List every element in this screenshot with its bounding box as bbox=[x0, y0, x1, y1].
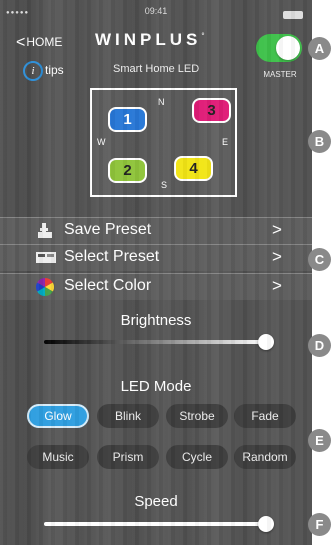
info-icon[interactable]: i bbox=[23, 61, 43, 81]
zone-3-button[interactable]: 3 bbox=[192, 98, 231, 123]
chevron-right-icon: > bbox=[272, 276, 282, 295]
zone-compass: N W E S 1 2 3 4 bbox=[90, 88, 237, 197]
callout-b: B bbox=[308, 130, 331, 153]
callout-a: A bbox=[308, 37, 331, 60]
callout-d: D bbox=[308, 334, 331, 357]
save-preset-label: Save Preset bbox=[64, 221, 152, 238]
color-wheel-icon bbox=[35, 278, 55, 296]
back-label: HOME bbox=[26, 35, 63, 49]
east-label: E bbox=[222, 137, 229, 147]
brand-mark: ° bbox=[201, 31, 205, 41]
battery-icon bbox=[283, 11, 303, 19]
callout-f: F bbox=[308, 513, 331, 536]
callout-e: E bbox=[308, 429, 331, 452]
chevron-left-icon: < bbox=[16, 34, 26, 51]
zone-2-button[interactable]: 2 bbox=[108, 158, 147, 183]
west-label: W bbox=[97, 137, 106, 147]
speed-title: Speed bbox=[134, 493, 178, 510]
callout-c: C bbox=[308, 248, 331, 271]
select-preset-icon bbox=[36, 249, 56, 266]
zone-4-button[interactable]: 4 bbox=[174, 156, 213, 181]
zone-1-button[interactable]: 1 bbox=[108, 107, 147, 132]
tips-link[interactable]: tips bbox=[45, 63, 64, 77]
brightness-slider-knob[interactable] bbox=[258, 334, 274, 350]
save-preset-row[interactable]: Save Preset > bbox=[0, 217, 312, 244]
select-color-label: Select Color bbox=[64, 277, 152, 294]
mode-prism-button[interactable]: Prism bbox=[97, 445, 159, 469]
brand-logo: WINPLUS° bbox=[95, 30, 205, 50]
mode-blink-button[interactable]: Blink bbox=[97, 404, 159, 428]
mode-random-button[interactable]: Random bbox=[234, 445, 296, 469]
select-preset-row[interactable]: Select Preset > bbox=[0, 244, 312, 271]
chevron-right-icon: > bbox=[272, 220, 282, 239]
back-home-button[interactable]: <HOME bbox=[16, 34, 62, 52]
mode-glow-button[interactable]: Glow bbox=[27, 404, 89, 428]
toggle-knob bbox=[276, 36, 300, 60]
master-toggle[interactable] bbox=[256, 34, 302, 62]
chevron-right-icon: > bbox=[272, 247, 282, 266]
app-screen: ●●●●● 09:41 <HOME WINPLUS° MASTER i tips… bbox=[0, 0, 312, 545]
brightness-slider[interactable] bbox=[44, 340, 266, 344]
brand-name: WINPLUS bbox=[95, 30, 202, 49]
mode-fade-button[interactable]: Fade bbox=[234, 404, 296, 428]
mode-cycle-button[interactable]: Cycle bbox=[166, 445, 228, 469]
save-preset-icon bbox=[36, 222, 54, 239]
status-time: 09:41 bbox=[144, 6, 168, 16]
select-preset-label: Select Preset bbox=[64, 248, 160, 265]
brightness-title: Brightness bbox=[120, 312, 192, 329]
led-mode-title: LED Mode bbox=[120, 378, 192, 395]
select-color-row[interactable]: Select Color > bbox=[0, 273, 312, 300]
page-subtitle: Smart Home LED bbox=[113, 63, 200, 75]
master-label: MASTER bbox=[263, 70, 297, 79]
north-label: N bbox=[158, 97, 165, 107]
mode-strobe-button[interactable]: Strobe bbox=[166, 404, 228, 428]
mode-music-button[interactable]: Music bbox=[27, 445, 89, 469]
south-label: S bbox=[161, 180, 168, 190]
speed-slider[interactable] bbox=[44, 522, 266, 526]
speed-slider-knob[interactable] bbox=[258, 516, 274, 532]
